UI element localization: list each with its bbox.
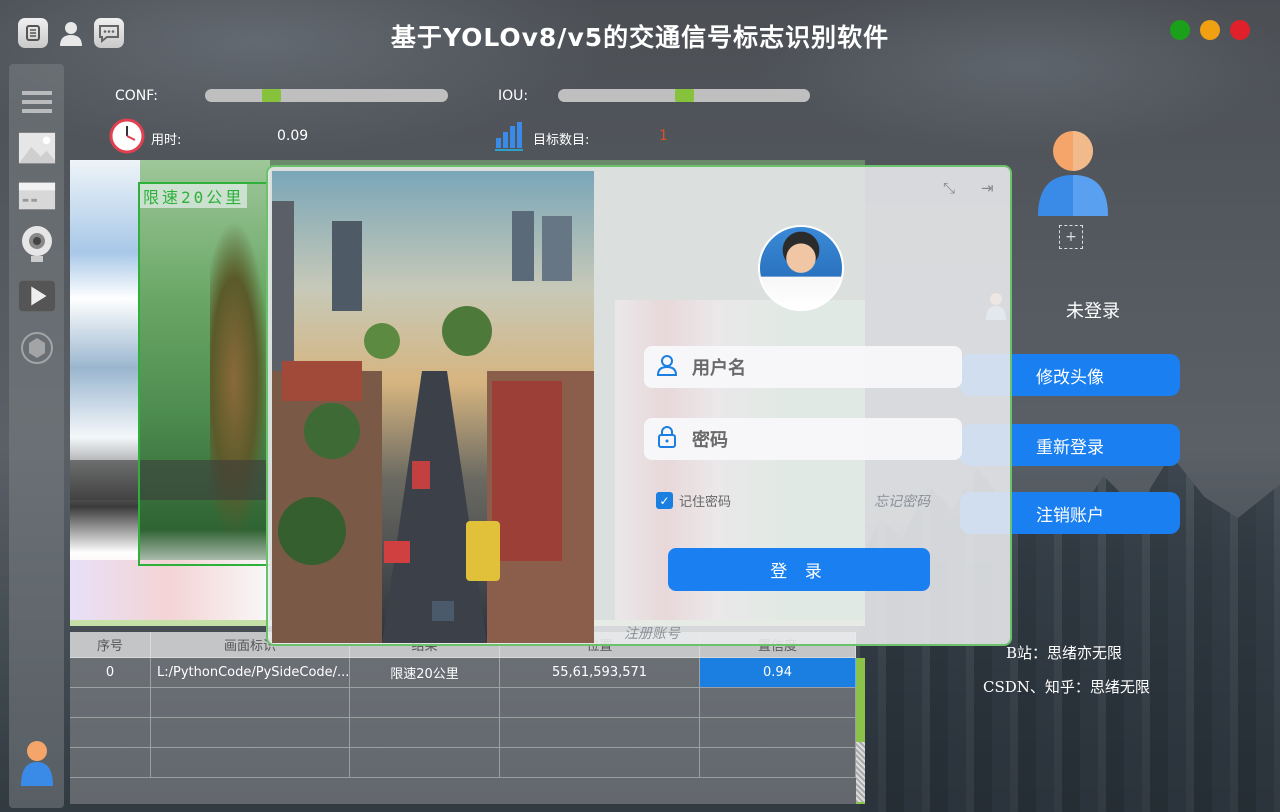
camera-icon[interactable]	[18, 226, 56, 262]
login-button[interactable]: 登 录	[668, 548, 930, 591]
user-avatar-icon[interactable]	[19, 740, 55, 786]
detection-label: 限速20公里	[140, 184, 248, 208]
iou-slider[interactable]	[558, 89, 810, 102]
cell-source[interactable]: L:/PythonCode/PySideCode/...	[151, 658, 350, 687]
col-index[interactable]: 序号	[70, 632, 151, 657]
forgot-password-link[interactable]: 忘记密码	[874, 491, 930, 511]
clock-icon	[109, 118, 145, 158]
window-controls	[1170, 20, 1250, 40]
register-link[interactable]: 注册账号	[624, 623, 680, 643]
login-illustration	[272, 171, 594, 643]
table-row[interactable]	[70, 748, 856, 778]
bar-chart-icon	[494, 120, 524, 156]
exit-icon[interactable]: ⇥	[981, 179, 994, 197]
cell-position[interactable]: 55,61,593,571	[500, 658, 700, 687]
password-placeholder: 密码	[692, 430, 728, 451]
image-icon[interactable]	[18, 130, 56, 166]
lock-icon	[656, 426, 678, 452]
password-field[interactable]: 密码	[644, 418, 962, 460]
minimize-button[interactable]	[1170, 20, 1190, 40]
maximize-button[interactable]	[1200, 20, 1220, 40]
cell-result[interactable]: 限速20公里	[350, 658, 500, 687]
iou-label: IOU:	[498, 88, 529, 104]
conf-label: CONF:	[115, 88, 158, 104]
folder-icon[interactable]	[18, 178, 56, 214]
conf-slider[interactable]	[205, 89, 448, 102]
conf-slider-thumb[interactable]	[262, 89, 281, 102]
app-title: 基于YOLOv8/v5的交通信号标志识别软件	[390, 23, 890, 52]
login-avatar	[758, 225, 844, 311]
login-dialog: ⤡ ⇥ 用户名 密码 ✓ 记住密码 忘记密码 登 录 注册账号	[266, 165, 1012, 646]
table-row[interactable]: 0 L:/PythonCode/PySideCode/... 限速20公里 55…	[70, 658, 856, 688]
table-scrollbar-track[interactable]	[856, 742, 865, 802]
iou-slider-thumb[interactable]	[675, 89, 694, 102]
login-status: 未登录	[1066, 301, 1120, 322]
table-row[interactable]	[70, 718, 856, 748]
count-value: 1	[659, 128, 668, 144]
credit-bilibili: B站：思绪亦无限	[1006, 644, 1123, 662]
add-avatar-button[interactable]: +	[1059, 225, 1083, 249]
collapse-icon[interactable]: ⤡	[943, 179, 955, 197]
username-placeholder: 用户名	[692, 358, 746, 379]
model-icon[interactable]	[18, 330, 56, 366]
results-table: 序号 画面标识 结果 位置 置信度 0 L:/PythonCode/PySide…	[70, 632, 856, 804]
time-label: 用时:	[151, 133, 182, 148]
close-button[interactable]	[1230, 20, 1250, 40]
remember-password[interactable]: ✓ 记住密码	[656, 491, 731, 510]
cell-index[interactable]: 0	[70, 658, 151, 687]
table-row[interactable]	[70, 688, 856, 718]
sidebar	[9, 64, 64, 808]
profile-avatar-icon[interactable]	[1036, 130, 1110, 216]
menu-icon[interactable]	[18, 84, 56, 120]
username-field[interactable]: 用户名	[644, 346, 962, 388]
remember-checkbox[interactable]: ✓	[656, 492, 673, 509]
play-icon[interactable]	[18, 278, 56, 314]
time-value: 0.09	[277, 128, 309, 144]
user-outline-icon	[656, 354, 678, 380]
remember-label: 记住密码	[679, 495, 732, 510]
credit-csdn: CSDN、知乎：思绪无限	[983, 678, 1150, 696]
count-label: 目标数目:	[533, 133, 590, 148]
cell-confidence[interactable]: 0.94	[700, 658, 856, 687]
